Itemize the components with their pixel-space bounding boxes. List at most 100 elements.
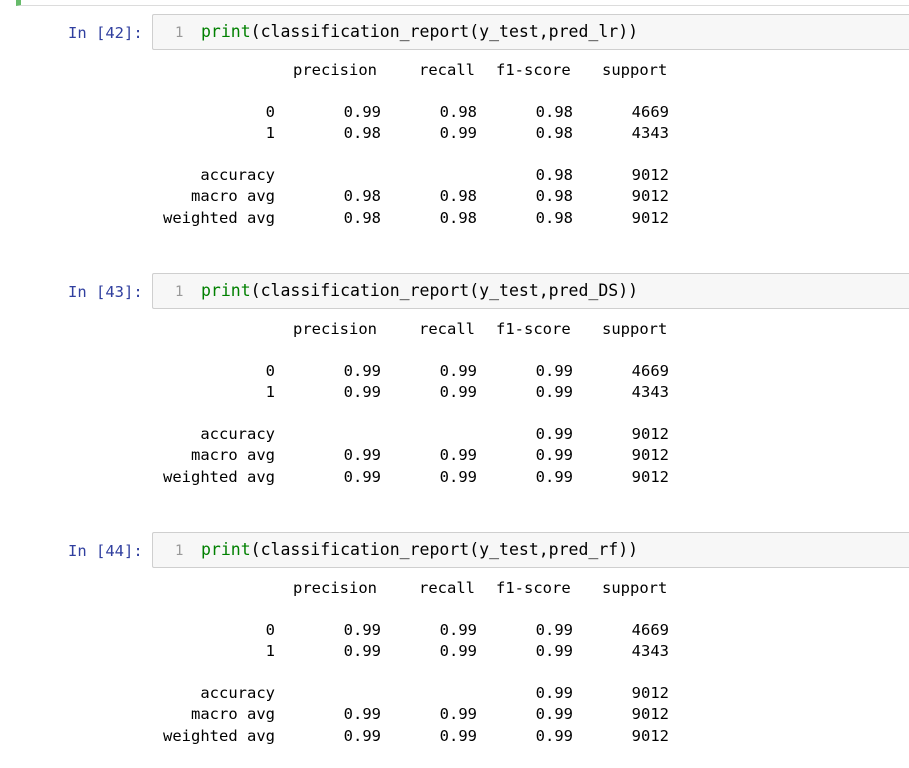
header-support: support [602,320,668,338]
row-support: 9012 [631,166,669,184]
row-support: 9012 [631,727,669,745]
code-keyword: print [201,281,251,300]
row-f1: 0.99 [535,727,573,745]
row-label: accuracy [200,425,275,443]
row-f1: 0.99 [535,446,573,464]
row-f1: 0.99 [535,468,573,486]
row-support: 9012 [631,446,669,464]
line-number: 1 [175,543,184,559]
code-args: (classification_report(y_test,pred_DS)) [250,281,639,300]
row-label: 1 [265,124,275,142]
header-f1-score: f1-score [496,579,571,597]
row-precision: 0.98 [343,209,381,227]
code-input-area[interactable]: 1 print(classification_report(y_test,pre… [152,532,909,568]
row-label: weighted avg [163,468,275,486]
row-recall: 0.99 [439,705,477,723]
row-support: 4343 [631,642,669,660]
row-precision: 0.99 [343,362,381,380]
line-number: 1 [175,25,184,41]
row-label: accuracy [200,166,275,184]
code-keyword: print [201,22,251,41]
code-line[interactable]: print(classification_report(y_test,pred_… [201,540,638,560]
row-label: 0 [265,621,275,639]
row-support: 9012 [631,209,669,227]
row-precision: 0.99 [343,383,381,401]
header-f1-score: f1-score [496,61,571,79]
row-recall: 0.99 [439,124,477,142]
row-precision: 0.99 [343,103,381,121]
header-precision: precision [293,320,377,338]
row-support: 4343 [631,124,669,142]
code-args: (classification_report(y_test,pred_lr)) [250,22,639,41]
row-f1: 0.98 [535,103,573,121]
header-support: support [602,61,668,79]
header-precision: precision [293,61,377,79]
row-support: 9012 [631,705,669,723]
previous-cell-bottom [16,0,909,6]
header-recall: recall [419,320,475,338]
row-precision: 0.99 [343,468,381,486]
row-precision: 0.99 [343,705,381,723]
row-recall: 0.99 [439,727,477,745]
row-precision: 0.99 [343,446,381,464]
code-line[interactable]: print(classification_report(y_test,pred_… [201,22,638,42]
row-support: 4669 [631,621,669,639]
row-recall: 0.98 [439,209,477,227]
row-recall: 0.99 [439,468,477,486]
code-line[interactable]: print(classification_report(y_test,pred_… [201,281,638,301]
cell-prompt: In [44]: [68,542,143,560]
row-precision: 0.99 [343,621,381,639]
row-f1: 0.99 [535,684,573,702]
row-support: 9012 [631,468,669,486]
header-recall: recall [419,579,475,597]
row-support: 9012 [631,425,669,443]
row-label: accuracy [200,684,275,702]
row-precision: 0.99 [343,642,381,660]
row-label: macro avg [191,705,275,723]
row-f1: 0.98 [535,187,573,205]
header-f1-score: f1-score [496,320,571,338]
row-f1: 0.99 [535,642,573,660]
code-input-area[interactable]: 1 print(classification_report(y_test,pre… [152,14,909,50]
row-recall: 0.99 [439,362,477,380]
row-f1: 0.99 [535,362,573,380]
row-support: 9012 [631,684,669,702]
row-label: weighted avg [163,727,275,745]
row-recall: 0.99 [439,446,477,464]
row-precision: 0.99 [343,727,381,745]
row-label: 0 [265,362,275,380]
row-recall: 0.99 [439,642,477,660]
header-support: support [602,579,668,597]
header-precision: precision [293,579,377,597]
header-recall: recall [419,61,475,79]
row-label: 0 [265,103,275,121]
row-label: weighted avg [163,209,275,227]
row-precision: 0.98 [343,124,381,142]
row-recall: 0.99 [439,621,477,639]
row-f1: 0.99 [535,425,573,443]
row-recall: 0.98 [439,187,477,205]
row-recall: 0.99 [439,383,477,401]
row-f1: 0.98 [535,166,573,184]
row-support: 4669 [631,362,669,380]
cell-prompt: In [43]: [68,283,143,301]
row-precision: 0.98 [343,187,381,205]
row-label: macro avg [191,187,275,205]
row-f1: 0.98 [535,209,573,227]
row-support: 4669 [631,103,669,121]
row-support: 4343 [631,383,669,401]
row-f1: 0.99 [535,705,573,723]
cell-prompt: In [42]: [68,24,143,42]
row-recall: 0.98 [439,103,477,121]
row-support: 9012 [631,187,669,205]
row-f1: 0.98 [535,124,573,142]
row-f1: 0.99 [535,383,573,401]
code-keyword: print [201,540,251,559]
row-label: 1 [265,383,275,401]
code-args: (classification_report(y_test,pred_rf)) [250,540,639,559]
line-number: 1 [175,284,184,300]
code-input-area[interactable]: 1 print(classification_report(y_test,pre… [152,273,909,309]
row-f1: 0.99 [535,621,573,639]
row-label: 1 [265,642,275,660]
row-label: macro avg [191,446,275,464]
